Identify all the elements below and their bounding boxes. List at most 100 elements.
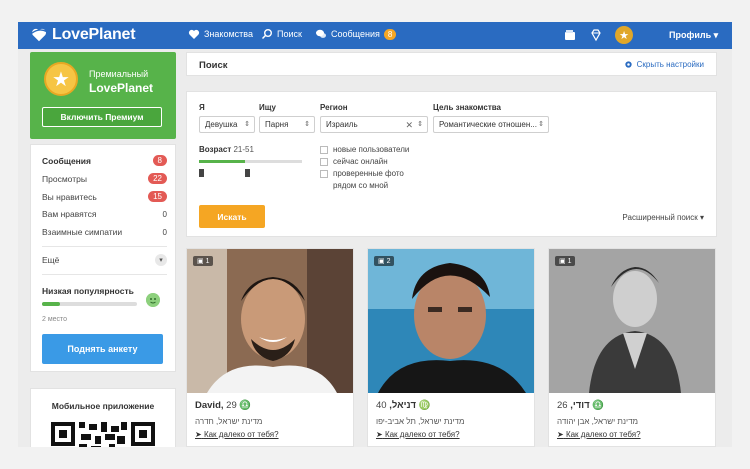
sidebar-more[interactable]: Ещё ▾ xyxy=(42,254,167,266)
photo-count-badge: ▣ 2 xyxy=(374,256,395,266)
checkbox-verified[interactable]: проверенные фото xyxy=(320,169,404,178)
checkbox-new-users[interactable]: новые пользователи xyxy=(320,145,409,154)
page-title: Поиск xyxy=(199,60,228,71)
profile-name: דניאל, 40 ♍ xyxy=(376,400,431,411)
popularity-place: 2 место xyxy=(42,316,68,323)
advanced-search-link[interactable]: Расширенный поиск ▾ xyxy=(622,213,704,222)
chat-icon xyxy=(316,29,326,38)
profile-photo[interactable] xyxy=(187,249,354,393)
sidebar-item-liked-you[interactable]: Вы нравитесь 15 xyxy=(42,191,167,202)
raise-profile-button[interactable]: Поднять анкету xyxy=(42,334,163,364)
checkbox-nearby[interactable]: рядом со мной xyxy=(320,181,388,190)
checkbox-box[interactable] xyxy=(320,158,328,166)
distance-link[interactable]: ➤ Как далеко от тебя? xyxy=(557,430,641,439)
seek-select-value: Парня xyxy=(265,120,289,129)
popularity-title: Низкая популярность xyxy=(42,286,134,296)
age-max-handle[interactable] xyxy=(245,169,250,177)
distance-link[interactable]: ➤ Как далеко от тебя? xyxy=(195,430,279,439)
smiley-icon xyxy=(146,293,160,307)
app-frame: LovePlanet Знакомства Поиск Сообщения 8 … xyxy=(18,22,732,447)
sidebar-item-you-like[interactable]: Вам нравятся 0 xyxy=(42,209,167,219)
profile-age: 40 xyxy=(376,400,387,411)
location-arrow-icon: ➤ xyxy=(376,430,383,439)
sidebar-item-label: Взаимные симпатии xyxy=(42,227,123,237)
location-arrow-icon: ➤ xyxy=(195,430,202,439)
checkbox-box[interactable] xyxy=(320,170,328,178)
sidebar-item-count: 15 xyxy=(148,191,167,202)
label-goal: Цель знакомства xyxy=(433,103,501,112)
updown-icon: ⇕ xyxy=(244,121,250,128)
checkbox-label: рядом со мной xyxy=(333,181,389,190)
checkbox-box[interactable] xyxy=(320,146,328,154)
photo-count: 1 xyxy=(567,258,572,265)
nav-search[interactable]: Поиск xyxy=(261,28,302,40)
sidebar-item-label: Вы нравитесь xyxy=(42,191,97,202)
hide-settings-label: Скрыть настройки xyxy=(636,60,704,69)
profile-card[interactable]: ▣ 1 David, 29 ♎ מדינת ישראל, חדרה ➤ Как … xyxy=(186,248,354,447)
premium-promo: ★ Премиальный LovePlanet Включить Премиу… xyxy=(30,52,176,139)
sidebar-more-label: Ещё xyxy=(42,255,60,265)
diamond-icon[interactable] xyxy=(589,28,603,42)
profile-menu[interactable]: Профиль ▾ xyxy=(669,30,718,41)
search-header: Поиск Скрыть настройки xyxy=(186,52,717,76)
camera-icon: ▣ xyxy=(197,258,204,265)
profile-name-text: David, xyxy=(195,400,224,411)
divider xyxy=(42,274,167,275)
logo[interactable]: LovePlanet xyxy=(30,26,136,44)
photo-count-badge: ▣ 1 xyxy=(555,256,576,266)
search-icon xyxy=(261,29,272,40)
nav-search-label: Поиск xyxy=(277,29,302,39)
nav-messages[interactable]: Сообщения 8 xyxy=(315,28,397,40)
nav-messages-label: Сообщения xyxy=(331,29,380,39)
camera-icon: ▣ xyxy=(559,258,566,265)
profile-city: מדינת ישראל, תל אביב-יפו xyxy=(376,417,465,426)
profile-photo[interactable] xyxy=(549,249,716,393)
gear-icon xyxy=(624,61,632,68)
nav-dating[interactable]: Знакомства xyxy=(188,28,253,40)
clear-icon[interactable]: ✕ xyxy=(405,120,413,131)
qr-code[interactable] xyxy=(51,422,155,447)
distance-label: Как далеко от тебя? xyxy=(565,430,641,439)
premium-line1: Премиальный xyxy=(89,69,149,79)
goal-select[interactable]: Романтические отношен... ⇕ xyxy=(433,116,549,133)
updown-icon: ⇕ xyxy=(538,121,544,128)
age-slider[interactable] xyxy=(199,160,302,163)
profile-photo[interactable] xyxy=(368,249,535,393)
photo-count-badge: ▣ 1 xyxy=(193,256,214,266)
profile-card[interactable]: ▣ 2 דניאל, 40 ♍ מדינת ישראל, תל אביב-יפו… xyxy=(367,248,535,447)
profile-name-text: דודי, xyxy=(570,400,590,411)
age-label: Возраст 21-51 xyxy=(199,145,254,154)
enable-premium-button[interactable]: Включить Премиум xyxy=(42,107,162,127)
logo-heart-icon xyxy=(31,28,47,42)
mobile-app-title: Мобильное приложение xyxy=(51,401,155,411)
distance-link[interactable]: ➤ Как далеко от тебя? xyxy=(376,430,460,439)
age-range-value: 21-51 xyxy=(233,145,254,154)
profile-card[interactable]: ▣ 1 דודי, 26 ♎ מדינת ישראל, אבן יהודה ➤ … xyxy=(548,248,716,447)
label-me: Я xyxy=(199,103,205,112)
checkbox-label: новые пользователи xyxy=(333,145,410,154)
sidebar-item-messages[interactable]: Сообщения 8 xyxy=(42,155,167,166)
zodiac-icon: ♍ xyxy=(418,400,431,411)
sidebar-item-count: 8 xyxy=(152,155,167,166)
label-region: Регион xyxy=(320,103,348,112)
logo-text: LovePlanet xyxy=(52,26,136,43)
age-min-handle[interactable] xyxy=(199,169,204,177)
region-select[interactable]: Израиль ✕ ⇕ xyxy=(320,116,428,133)
photo-count: 2 xyxy=(386,258,391,265)
sidebar-item-label: Сообщения xyxy=(42,155,91,166)
seek-select[interactable]: Парня ⇕ xyxy=(259,116,315,133)
sidebar-item-mutual[interactable]: Взаимные симпатии 0 xyxy=(42,227,167,237)
zodiac-icon: ♎ xyxy=(592,400,605,411)
location-arrow-icon: ➤ xyxy=(557,430,564,439)
hide-settings-link[interactable]: Скрыть настройки xyxy=(624,60,704,69)
age-label-text: Возраст xyxy=(199,145,232,154)
profile-name-text: דניאל, xyxy=(389,400,417,411)
region-select-value: Израиль xyxy=(326,120,358,129)
avatar[interactable]: ★ xyxy=(615,26,633,44)
sidebar-item-views[interactable]: Просмотры 22 xyxy=(42,173,167,184)
wallet-icon[interactable] xyxy=(563,28,577,42)
me-select[interactable]: Девушка ⇕ xyxy=(199,116,255,133)
mobile-app-card: Мобильное приложение xyxy=(30,388,176,447)
checkbox-online[interactable]: сейчас онлайн xyxy=(320,157,388,166)
search-button[interactable]: Искать xyxy=(199,205,265,228)
